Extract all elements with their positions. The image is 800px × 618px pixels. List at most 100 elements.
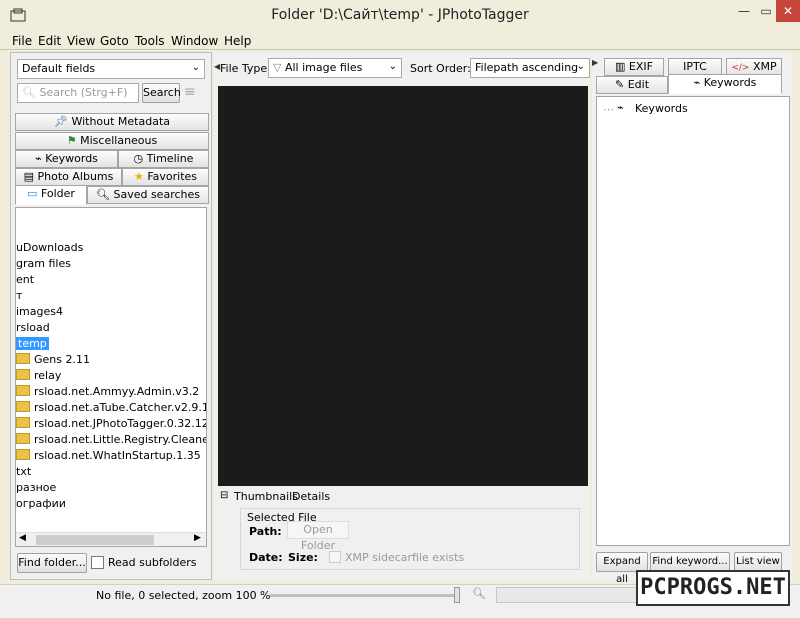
menu-window[interactable]: Window [171, 34, 218, 48]
tab-exif-label: EXIF [628, 60, 653, 73]
list-view-button[interactable]: List view [734, 552, 782, 572]
zoom-slider-thumb[interactable] [454, 587, 460, 603]
progress-bar [496, 587, 638, 603]
tree-item-label: ографии [16, 497, 66, 510]
tree-item[interactable]: разное [16, 480, 56, 496]
tree-item-label: temp [16, 337, 49, 350]
collapse-right-icon[interactable]: ▶ [592, 58, 598, 67]
tree-item[interactable]: ографии [16, 496, 66, 512]
tab-thumbnails[interactable]: Thumbnails [234, 490, 298, 503]
tab-keywords-label: Keywords [45, 152, 98, 165]
tab-miscellaneous[interactable]: ⚑ Miscellaneous [15, 132, 209, 150]
chevron-down-icon: ⌄ [388, 61, 397, 72]
search-icon: 🔍︎ [22, 86, 36, 99]
tree-item[interactable]: rsload.net.Ammyy.Admin.v3.2 [16, 384, 199, 400]
tree-item[interactable]: temp [16, 336, 49, 352]
exif-icon: ▥ [615, 60, 626, 73]
folder-tree[interactable]: uDownloads gram files ent т images4 rsload tem… [15, 207, 207, 547]
file-type-value: All image files [284, 61, 363, 74]
tab-saved-searches[interactable]: 🔍︎ Saved searches [87, 186, 209, 204]
folder-icon [16, 369, 30, 380]
tab-saved-searches-label: Saved searches [113, 188, 200, 201]
xmp-icon: </> [731, 63, 750, 73]
center-panel: ◀ File Type ▽ All image files ⌄ Sort Ord… [214, 52, 590, 580]
tree-item[interactable]: rsload [16, 320, 50, 336]
folder-icon [16, 449, 30, 460]
expand-all-button[interactable]: Expand all [596, 552, 648, 585]
folder-icon [16, 385, 30, 396]
folder-icon [16, 401, 30, 412]
sort-order-label: Sort Order: [410, 62, 471, 75]
tab-photo-albums[interactable]: ▤ Photo Albums [15, 168, 122, 186]
scroll-right-icon[interactable]: ▶ [194, 533, 201, 543]
tree-item-label: rsload.net.Little.Registry.Cleaner.1 [34, 433, 207, 446]
read-subfolders-checkbox[interactable] [91, 556, 104, 569]
tab-edit[interactable]: ✎ Edit [596, 76, 668, 94]
tree-item[interactable]: rsload.net.aTube.Catcher.v2.9.140 [16, 400, 206, 416]
sort-order-select[interactable]: Filepath ascending ⌄ [470, 58, 590, 78]
menu-help[interactable]: Help [224, 34, 251, 48]
tree-item[interactable]: т [16, 288, 22, 304]
tab-keywords[interactable]: ⌁ Keywords [15, 150, 118, 168]
tab-folder[interactable]: ▭ Folder [15, 185, 87, 205]
tab-keywords-panel[interactable]: ⌁ Keywords [668, 74, 782, 94]
read-subfolders-label: Read subfolders [108, 556, 197, 569]
tree-item[interactable]: relay [16, 368, 61, 384]
find-keyword-button[interactable]: Find keyword... [650, 552, 730, 572]
collapse-details-icon[interactable]: ⊟ [220, 490, 228, 501]
menu-tools[interactable]: Tools [135, 34, 165, 48]
zoom-slider-track[interactable] [270, 594, 460, 597]
minimize-button[interactable]: — [732, 0, 756, 22]
tree-item[interactable]: images4 [16, 304, 63, 320]
file-type-label: File Type [220, 62, 268, 75]
search-button[interactable]: Search [142, 83, 181, 103]
tree-item[interactable]: rsload.net.JPhotoTagger.0.32.12 [16, 416, 206, 432]
horizontal-scrollbar[interactable]: ◀ ▶ [16, 532, 206, 546]
menu-icon[interactable]: ≡ [184, 85, 200, 101]
tree-item[interactable]: rsload.net.WhatInStartup.1.35 [16, 448, 201, 464]
xmp-sidecar-checkbox[interactable] [329, 551, 341, 563]
tab-iptc-label: IPTC [683, 60, 707, 73]
watermark-logo: PCPROGS.NET [636, 570, 790, 606]
keywords-tree[interactable]: ⋯ ⌁ Keywords [596, 96, 790, 546]
tree-item[interactable]: rsload.net.Little.Registry.Cleaner.1 [16, 432, 207, 448]
folder-icon [16, 417, 30, 428]
tab-details[interactable]: Details [292, 490, 330, 503]
tab-timeline-label: Timeline [146, 152, 194, 165]
tree-item[interactable]: Gens 2.11 [16, 352, 90, 368]
tree-item-label: rsload.net.WhatInStartup.1.35 [34, 449, 201, 462]
star-icon: ★ [133, 170, 144, 183]
open-folder-button[interactable]: Open Folder [287, 521, 349, 552]
window-title: Folder 'D:\Сайт\temp' - JPhotoTagger [271, 7, 529, 23]
menu-file[interactable]: File [12, 34, 32, 48]
tab-without-metadata[interactable]: 📌︎ Without Metadata [15, 113, 209, 131]
scroll-left-icon[interactable]: ◀ [19, 533, 26, 543]
tree-item-label: rsload [16, 321, 50, 334]
tree-item[interactable]: txt [16, 464, 31, 480]
menu-view[interactable]: View [67, 34, 95, 48]
tab-favorites[interactable]: ★ Favorites [122, 168, 209, 186]
tree-item[interactable]: ent [16, 272, 34, 288]
tab-exif[interactable]: ▥ EXIF [604, 58, 664, 76]
tree-item[interactable]: gram files [16, 256, 71, 272]
tree-item-label: ent [16, 273, 35, 286]
tree-item-label: rsload.net.Ammyy.Admin.v3.2 [34, 385, 200, 398]
tree-item-label: Gens 2.11 [34, 353, 90, 366]
menu-edit[interactable]: Edit [38, 34, 61, 48]
file-type-select[interactable]: ▽ All image files ⌄ [268, 58, 402, 78]
find-folder-button[interactable]: Find folder... [17, 553, 87, 573]
scrollbar-thumb[interactable] [36, 535, 154, 545]
close-button[interactable]: ✕ [776, 0, 800, 22]
thumbnails-area[interactable] [218, 86, 588, 486]
folder-icon [16, 433, 30, 444]
menu-goto[interactable]: Goto [100, 34, 129, 48]
tab-timeline[interactable]: ◷ Timeline [118, 150, 209, 168]
search-input[interactable]: 🔍︎ Search (Strg+F) [17, 83, 139, 103]
fields-select[interactable]: Default fields ⌄ [17, 59, 205, 79]
tree-item[interactable]: uDownloads [16, 240, 83, 256]
tab-keywords-panel-label: Keywords [703, 76, 757, 89]
keywords-root[interactable]: Keywords [635, 102, 688, 115]
menu-bar: File Edit View Goto Tools Window Help [0, 32, 800, 50]
maximize-button[interactable]: ▭ [756, 0, 776, 22]
chevron-down-icon: ⌄ [191, 62, 200, 73]
